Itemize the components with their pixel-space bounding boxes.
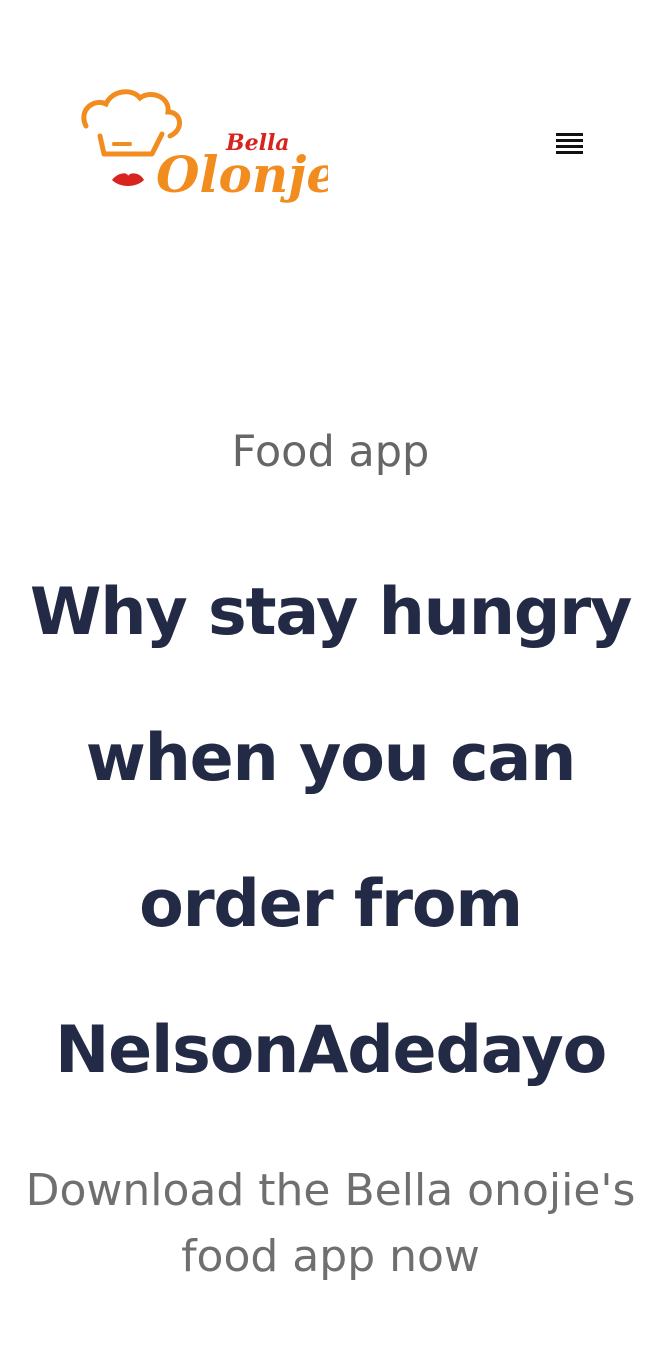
subtext-line: Download the Bella onojie's — [25, 1165, 636, 1216]
subtext-line: food app now — [181, 1231, 480, 1282]
chef-hat-icon: Bella Olonje — [81, 89, 328, 204]
headline-line: NelsonAdedayo — [54, 1013, 607, 1088]
headline-line: order from — [139, 867, 523, 942]
logo-main-text: Olonje — [156, 145, 328, 204]
site-header: Bella Olonje — [0, 0, 661, 280]
brand-logo[interactable]: Bella Olonje — [78, 88, 328, 213]
hamburger-menu-icon — [556, 133, 583, 154]
headline-line: when you can — [85, 721, 577, 796]
headline-line: Why stay hungry — [29, 575, 633, 650]
hero-subtext: Download the Bella onojie's food app now — [0, 1158, 661, 1290]
hero-headline: Why stay hungry when you can order from … — [0, 540, 661, 1124]
hero-eyebrow: Food app — [231, 427, 430, 477]
menu-button[interactable] — [548, 128, 590, 162]
